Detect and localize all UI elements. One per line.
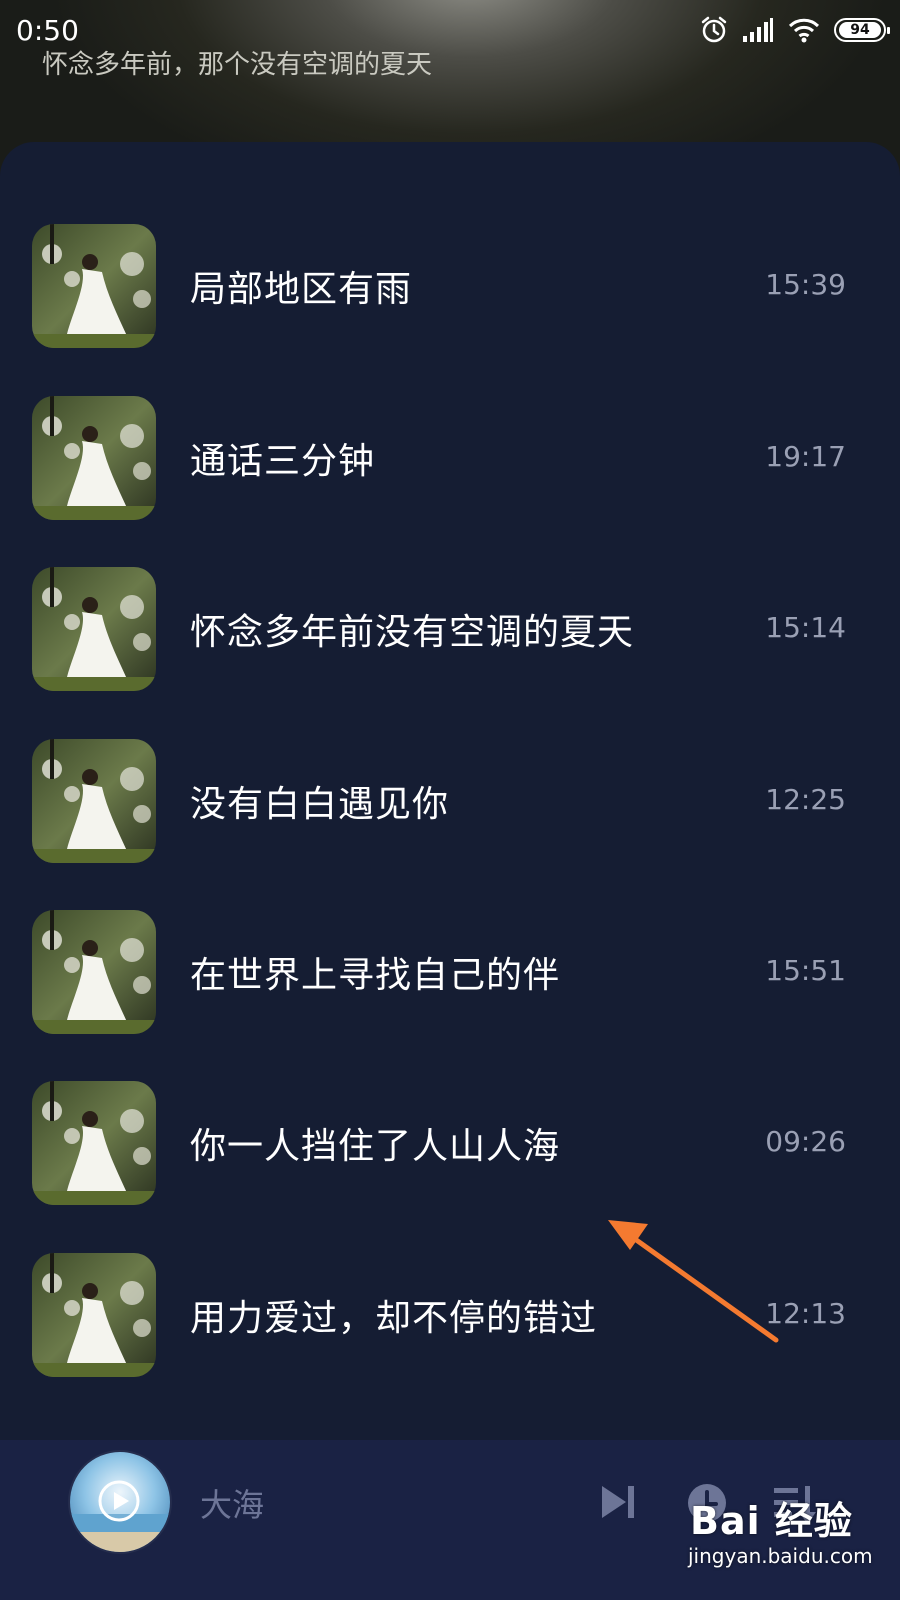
status-icons: 94 [700, 14, 890, 46]
song-duration: 12:13 [765, 1297, 846, 1330]
song-cover [32, 224, 156, 348]
play-icon[interactable] [98, 1480, 140, 1522]
song-title: 局部地区有雨 [190, 269, 413, 310]
song-row[interactable]: 你一人挡住了人山人海 09:26 [0, 1067, 900, 1217]
wifi-icon [788, 18, 820, 43]
song-title: 没有白白遇见你 [190, 784, 450, 825]
song-duration: 12:25 [765, 783, 846, 816]
song-row[interactable]: 通话三分钟 19:17 [0, 382, 900, 532]
song-duration: 15:39 [765, 268, 846, 301]
song-title: 在世界上寻找自己的伴 [190, 955, 561, 996]
song-row[interactable]: 没有白白遇见你 12:25 [0, 725, 900, 875]
song-cover [32, 1253, 156, 1377]
song-duration: 19:17 [765, 440, 846, 473]
song-duration: 09:26 [765, 1125, 846, 1158]
player-song-title: 大海 [200, 1486, 265, 1524]
signal-icon [743, 18, 773, 42]
watermark-brand: Bai 经验 [690, 1499, 853, 1543]
next-track-icon[interactable] [598, 1482, 638, 1522]
song-cover [32, 910, 156, 1034]
song-row[interactable]: 局部地区有雨 15:39 [0, 210, 900, 360]
song-duration: 15:14 [765, 611, 846, 644]
now-playing-title: 怀念多年前，那个没有空调的夏天 [42, 50, 433, 80]
watermark-url: jingyan.baidu.com [688, 1544, 873, 1568]
song-cover [32, 396, 156, 520]
song-title: 用力爱过，却不停的错过 [190, 1298, 598, 1339]
alarm-icon [701, 16, 727, 43]
song-row[interactable]: 用力爱过，却不停的错过 12:13 [0, 1239, 900, 1389]
song-row[interactable]: 在世界上寻找自己的伴 15:51 [0, 896, 900, 1046]
song-cover [32, 567, 156, 691]
battery-icon: 94 [834, 18, 890, 42]
battery-level: 94 [839, 22, 881, 38]
song-row[interactable]: 怀念多年前没有空调的夏天 15:14 [0, 553, 900, 703]
song-title: 怀念多年前没有空调的夏天 [190, 612, 635, 653]
status-time: 0:50 [16, 14, 79, 47]
song-duration: 15:51 [765, 954, 846, 987]
song-cover [32, 1081, 156, 1205]
song-title: 你一人挡住了人山人海 [190, 1126, 561, 1167]
watermark: Bai 经验 jingyan.baidu.com [688, 1490, 890, 1590]
song-cover [32, 739, 156, 863]
song-title: 通话三分钟 [190, 441, 376, 482]
